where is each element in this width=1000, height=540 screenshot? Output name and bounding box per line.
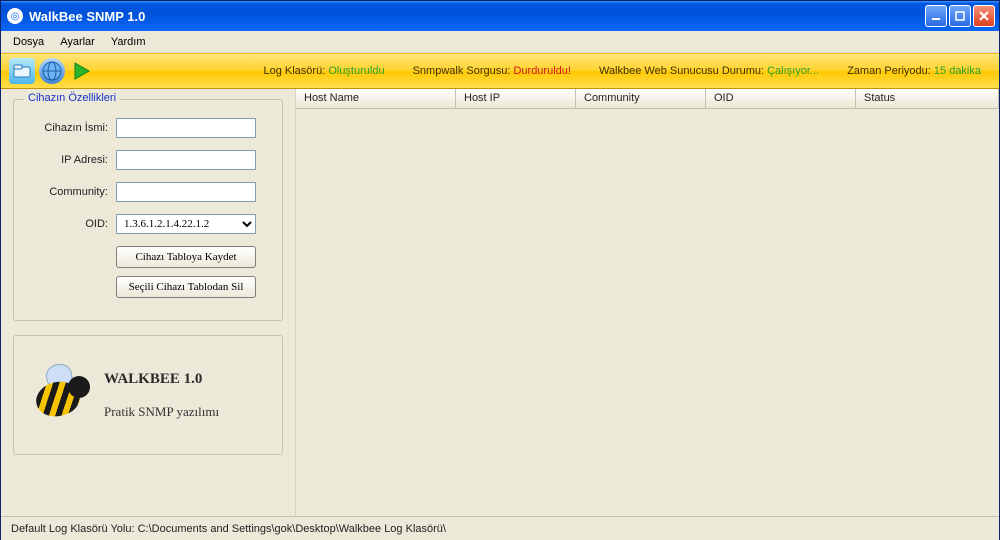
toolbar-icons — [9, 58, 95, 84]
window-title: WalkBee SNMP 1.0 — [29, 9, 925, 24]
status-web: Walkbee Web Sunucusu Durumu: Çalışıyor..… — [599, 65, 819, 77]
log-folder-icon[interactable] — [9, 58, 35, 84]
menubar: Dosya Ayarlar Yardım — [1, 31, 999, 53]
status-walk-value: Durduruldu! — [513, 65, 570, 77]
status-period-value: 15 dakika — [934, 65, 981, 77]
play-button[interactable] — [69, 58, 95, 84]
table-body[interactable] — [296, 109, 999, 514]
community-input[interactable] — [116, 182, 256, 202]
status-log-value: Oluşturuldu — [328, 65, 384, 77]
save-row: Cihazı Tabloya Kaydet — [116, 246, 268, 268]
brand-subtitle: Pratik SNMP yazılımı — [104, 404, 219, 420]
column-oid[interactable]: OID — [706, 89, 856, 108]
menu-file[interactable]: Dosya — [7, 34, 50, 50]
statusbar: Default Log Klasörü Yolu: C:\Documents a… — [1, 516, 999, 540]
menu-settings[interactable]: Ayarlar — [54, 34, 101, 50]
bee-logo — [24, 360, 94, 430]
status-log-label: Log Klasörü: — [263, 65, 325, 77]
menu-help[interactable]: Yardım — [105, 34, 152, 50]
status-walk-label: Snmpwalk Sorgusu: — [413, 65, 511, 77]
device-properties-group: Cihazın Özellikleri Cihazın İsmi: IP Adr… — [13, 99, 283, 321]
delete-row: Seçili Cihazı Tablodan Sil — [116, 276, 268, 298]
minimize-button[interactable] — [925, 5, 947, 27]
column-community[interactable]: Community — [576, 89, 706, 108]
maximize-button[interactable] — [949, 5, 971, 27]
column-status[interactable]: Status — [856, 89, 999, 108]
brand-text: WALKBEE 1.0 Pratik SNMP yazılımı — [104, 371, 219, 420]
community-label: Community: — [28, 186, 108, 198]
oid-select[interactable]: 1.3.6.1.2.1.4.22.1.2 — [116, 214, 256, 234]
ip-input[interactable] — [116, 150, 256, 170]
ip-label: IP Adresi: — [28, 154, 108, 166]
oid-label: OID: — [28, 218, 108, 230]
minimize-icon — [931, 11, 941, 21]
left-pane: Cihazın Özellikleri Cihazın İsmi: IP Adr… — [1, 89, 295, 516]
toolbar: Log Klasörü: Oluşturuldu Snmpwalk Sorgus… — [1, 53, 999, 89]
toolbar-status: Log Klasörü: Oluşturuldu Snmpwalk Sorgus… — [95, 65, 991, 77]
play-icon — [72, 61, 92, 81]
column-hostip[interactable]: Host IP — [456, 89, 576, 108]
row-community: Community: — [28, 182, 268, 202]
titlebar: ◎ WalkBee SNMP 1.0 — [1, 1, 999, 31]
status-web-value: Çalışıyor... — [767, 65, 819, 77]
maximize-icon — [955, 11, 965, 21]
close-button[interactable] — [973, 5, 995, 27]
status-period: Zaman Periyodu: 15 dakika — [847, 65, 981, 77]
group-title: Cihazın Özellikleri — [24, 92, 120, 104]
main-area: Cihazın Özellikleri Cihazın İsmi: IP Adr… — [1, 89, 999, 516]
window-controls — [925, 5, 995, 27]
table-header: Host Name Host IP Community OID Status — [296, 89, 999, 109]
status-web-label: Walkbee Web Sunucusu Durumu: — [599, 65, 764, 77]
row-ip: IP Adresi: — [28, 150, 268, 170]
status-period-label: Zaman Periyodu: — [847, 65, 931, 77]
row-oid: OID: 1.3.6.1.2.1.4.22.1.2 — [28, 214, 268, 234]
device-name-label: Cihazın İsmi: — [28, 122, 108, 134]
column-hostname[interactable]: Host Name — [296, 89, 456, 108]
save-device-button[interactable]: Cihazı Tabloya Kaydet — [116, 246, 256, 268]
close-icon — [979, 11, 989, 21]
right-pane: Host Name Host IP Community OID Status — [295, 89, 999, 516]
statusbar-text: Default Log Klasörü Yolu: C:\Documents a… — [11, 523, 446, 535]
device-name-input[interactable] — [116, 118, 256, 138]
folder-icon — [13, 63, 31, 79]
brand-title: WALKBEE 1.0 — [104, 371, 219, 388]
app-icon: ◎ — [7, 8, 23, 24]
status-walk: Snmpwalk Sorgusu: Durduruldu! — [413, 65, 571, 77]
web-icon[interactable] — [39, 58, 65, 84]
branding-box: WALKBEE 1.0 Pratik SNMP yazılımı — [13, 335, 283, 455]
globe-icon — [41, 60, 63, 82]
delete-device-button[interactable]: Seçili Cihazı Tablodan Sil — [116, 276, 256, 298]
row-device-name: Cihazın İsmi: — [28, 118, 268, 138]
status-log: Log Klasörü: Oluşturuldu — [263, 65, 384, 77]
